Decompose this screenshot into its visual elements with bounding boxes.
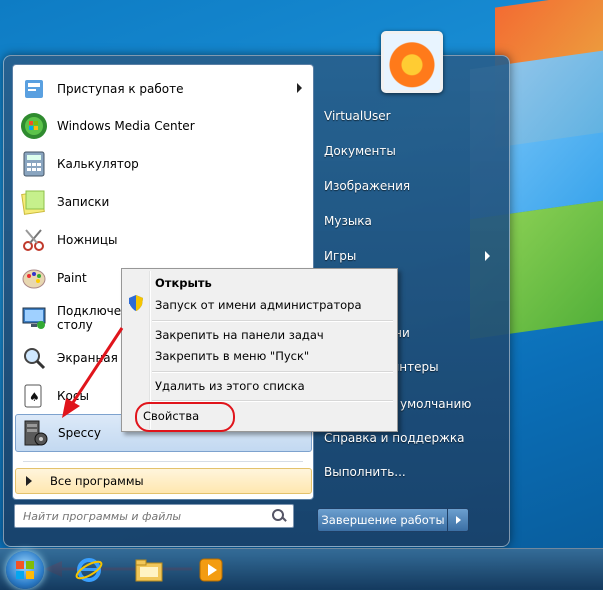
divider — [23, 461, 303, 462]
getting-started-icon — [19, 74, 49, 104]
context-remove-from-list[interactable]: Удалить из этого списка — [155, 379, 305, 393]
media-center-icon — [19, 111, 49, 141]
paint-icon — [19, 263, 49, 293]
right-item-label: Музыка — [324, 214, 372, 228]
context-separator — [152, 320, 393, 322]
program-label: Ножницы — [57, 233, 118, 247]
calculator-icon — [19, 149, 49, 179]
speccy-icon — [20, 418, 50, 448]
start-button[interactable] — [6, 551, 44, 589]
program-calculator[interactable]: Калькулятор — [15, 146, 310, 182]
properties-highlight-annotation — [135, 402, 235, 432]
program-snipping-tool[interactable]: Ножницы — [15, 222, 310, 258]
user-avatar[interactable] — [381, 31, 443, 93]
folder-icon — [135, 559, 163, 582]
program-label: Speccy — [58, 426, 101, 440]
sticky-notes-icon — [19, 187, 49, 217]
context-pin-start[interactable]: Закрепить в меню "Пуск" — [155, 349, 309, 363]
taskbar-explorer[interactable] — [132, 553, 166, 587]
program-label: Косы — [57, 389, 89, 403]
right-item-label: Изображения — [324, 179, 411, 193]
program-media-center[interactable]: Windows Media Center — [15, 108, 310, 144]
submenu-arrow-icon — [297, 83, 302, 93]
all-programs-button[interactable]: Все программы — [15, 468, 312, 494]
program-label: Экранная — [57, 351, 118, 365]
program-label: Калькулятор — [57, 157, 139, 171]
right-item-run[interactable]: Выполнить... — [324, 457, 494, 487]
context-pin-taskbar[interactable]: Закрепить на панели задач — [155, 328, 324, 342]
right-item-label: Документы — [324, 144, 396, 158]
right-item-music[interactable]: Музыка — [324, 206, 494, 236]
all-programs-label: Все программы — [50, 474, 144, 488]
right-item-label: Игры — [324, 249, 357, 263]
right-item-documents[interactable]: Документы — [324, 136, 494, 166]
right-item-games[interactable]: Игры — [324, 241, 494, 271]
context-open[interactable]: Открыть — [155, 276, 212, 290]
expand-arrow-icon — [26, 476, 32, 486]
search-input[interactable] — [15, 506, 271, 526]
magnifier-icon — [19, 343, 49, 373]
internet-explorer-icon — [75, 558, 103, 582]
right-item-label: VirtualUser — [324, 109, 391, 123]
taskbar-media-player[interactable] — [194, 553, 228, 587]
context-run-as-admin[interactable]: Запуск от имени администратора — [155, 298, 362, 312]
chevron-right-icon — [455, 516, 461, 524]
scissors-icon — [19, 225, 49, 255]
shield-icon — [129, 295, 143, 311]
right-item-label: Справка и поддержка — [324, 431, 465, 445]
right-item-user[interactable]: VirtualUser — [324, 101, 494, 131]
svg-text:♠: ♠ — [29, 390, 40, 404]
taskbar — [0, 548, 603, 590]
search-icon[interactable] — [271, 508, 287, 524]
right-item-pictures[interactable]: Изображения — [324, 171, 494, 201]
remote-desktop-icon — [19, 303, 49, 333]
program-label: Записки — [57, 195, 110, 209]
program-label: Приступая к работе — [57, 82, 184, 96]
program-label: Windows Media Center — [57, 119, 195, 133]
program-label: Paint — [57, 271, 87, 285]
media-player-icon — [199, 558, 223, 582]
search-box[interactable] — [14, 504, 294, 528]
solitaire-icon: ♠ — [19, 381, 49, 411]
windows-logo-icon — [16, 561, 34, 579]
program-sticky-notes[interactable]: Записки — [15, 184, 310, 220]
taskbar-internet-explorer[interactable] — [72, 553, 106, 587]
right-item-label: Выполнить... — [324, 465, 406, 479]
shutdown-options-button[interactable] — [447, 508, 469, 532]
context-separator — [152, 371, 393, 373]
shutdown-button[interactable]: Завершение работы — [317, 508, 449, 532]
submenu-arrow-icon — [485, 251, 490, 261]
program-getting-started[interactable]: Приступая к работе — [15, 71, 310, 107]
